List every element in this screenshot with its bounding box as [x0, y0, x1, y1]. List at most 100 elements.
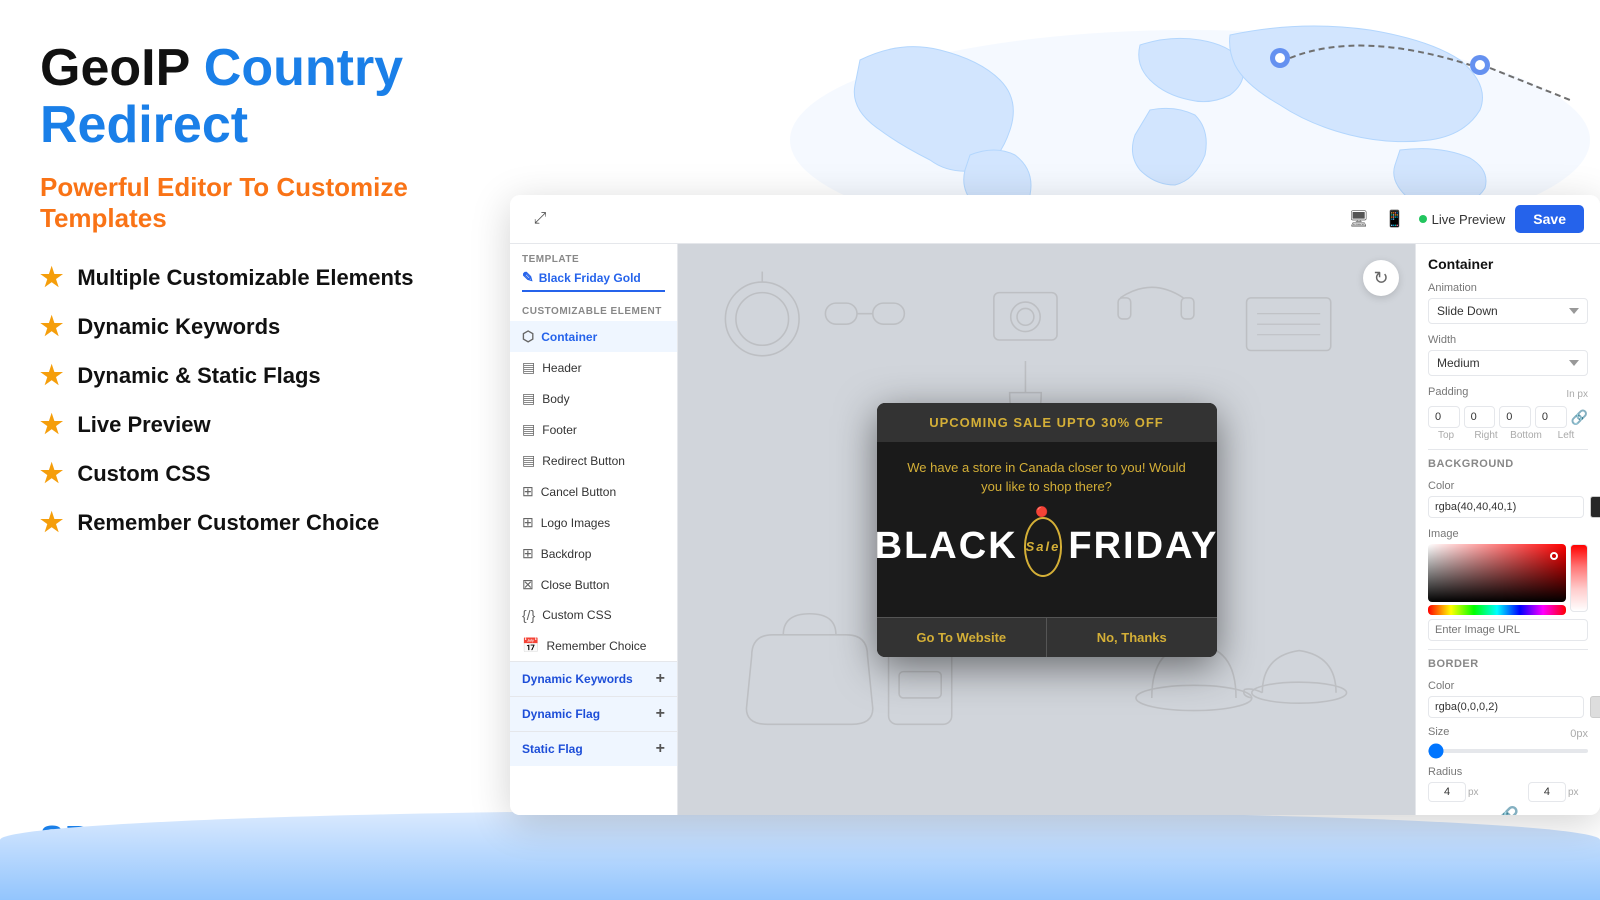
footer-icon: ▤ [522, 421, 535, 438]
editor-body: TEMPLATE ✎ Black Friday Gold CUSTOMIZABL… [510, 244, 1600, 815]
width-select[interactable]: Medium [1428, 350, 1588, 376]
bg-color-swatch[interactable] [1590, 496, 1600, 518]
no-thanks-button[interactable]: No, Thanks [1047, 617, 1217, 657]
bg-color-label: Color [1428, 480, 1588, 492]
save-button[interactable]: Save [1515, 205, 1584, 233]
backdrop-icon: ⊞ [522, 545, 534, 562]
canvas-refresh-button[interactable]: ↻ [1363, 260, 1399, 296]
star-icon-5: ★ [40, 458, 63, 489]
customizable-label: CUSTOMIZABLE ELEMENT [510, 298, 677, 321]
divider-2 [1428, 649, 1588, 650]
flag-plus-icon: + [656, 705, 665, 723]
sale-text: Sale [1026, 539, 1061, 554]
hue-slider[interactable] [1428, 605, 1566, 615]
keywords-plus-icon: + [656, 670, 665, 688]
cancel-icon: ⊞ [522, 483, 534, 500]
sidebar-item-header[interactable]: ▤ Header [510, 352, 677, 383]
static-plus-icon: + [656, 740, 665, 758]
sidebar-static-expand[interactable]: Static Flag + [510, 731, 677, 766]
sidebar-item-body[interactable]: ▤ Body [510, 383, 677, 414]
animation-select[interactable]: Slide Down [1428, 298, 1588, 324]
sidebar-flag-expand[interactable]: Dynamic Flag + [510, 696, 677, 731]
template-name: ✎ Black Friday Gold [522, 269, 665, 292]
opacity-slider[interactable] [1570, 544, 1588, 612]
border-size-slider[interactable] [1428, 749, 1588, 753]
padding-right-input[interactable] [1464, 406, 1496, 428]
radius-tr-input[interactable] [1528, 782, 1566, 802]
popup-bf-text: BLACK 🔴 Sale FRIDAY [897, 517, 1197, 577]
live-dot [1419, 215, 1427, 223]
width-label: Width [1428, 334, 1588, 346]
black-text: BLACK [877, 525, 1018, 568]
editor-window: ⤢ 🖥 📱 Live Preview Save TEMPLATE ✎ [510, 195, 1600, 815]
star-icon-6: ★ [40, 507, 63, 538]
pad-left-label: Left [1548, 430, 1584, 441]
padding-bottom-input[interactable] [1499, 406, 1531, 428]
static-label: Static Flag [522, 742, 583, 756]
sidebar-item-container[interactable]: ⬡ Container [510, 321, 677, 352]
feature-item-5: ★ Custom CSS [40, 458, 520, 489]
bg-color-input[interactable] [1428, 496, 1584, 518]
image-label: Image [1428, 528, 1588, 540]
desktop-icon[interactable]: 🖥 [1345, 205, 1373, 233]
sidebar-item-backdrop[interactable]: ⊞ Backdrop [510, 538, 677, 569]
flag-label: Dynamic Flag [522, 707, 600, 721]
radius-link-icon[interactable]: 🔗 [1497, 806, 1519, 815]
padding-top-input[interactable] [1428, 406, 1460, 428]
color-gradient-area[interactable] [1428, 544, 1566, 615]
mobile-icon[interactable]: 📱 [1381, 205, 1409, 233]
title-black: GeoIP [40, 39, 189, 97]
remember-icon: 📅 [522, 637, 539, 654]
sidebar-item-redirect[interactable]: ▤ Redirect Button [510, 445, 677, 476]
body-icon: ▤ [522, 390, 535, 407]
star-icon-3: ★ [40, 360, 63, 391]
friday-text: FRIDAY [1068, 525, 1216, 568]
padding-unit: In px [1566, 389, 1588, 400]
border-color-swatch[interactable] [1590, 696, 1600, 718]
template-name-text: Black Friday Gold [539, 271, 641, 285]
radius-tl-unit: px [1468, 787, 1479, 798]
sidebar-item-css[interactable]: {/} Custom CSS [510, 600, 677, 630]
feature-label-2: Dynamic Keywords [77, 314, 280, 340]
sidebar-item-header-label: Header [542, 361, 581, 375]
editor-sidebar: TEMPLATE ✎ Black Friday Gold CUSTOMIZABL… [510, 244, 678, 815]
sidebar-item-close[interactable]: ⊠ Close Button [510, 569, 677, 600]
image-url-input[interactable] [1428, 619, 1588, 641]
popup-modal: UPCOMING SALE UPTO 30% OFF We have a sto… [877, 403, 1217, 657]
close-icon: ⊠ [522, 576, 534, 593]
go-to-website-button[interactable]: Go To Website [877, 617, 1048, 657]
padding-link-icon[interactable]: 🔗 [1571, 409, 1588, 426]
size-label: Size [1428, 726, 1449, 738]
feature-item-4: ★ Live Preview [40, 409, 520, 440]
prop-section-title: Container [1428, 256, 1588, 272]
feature-item-1: ★ Multiple Customizable Elements [40, 262, 520, 293]
feature-item-6: ★ Remember Customer Choice [40, 507, 520, 538]
feature-label-1: Multiple Customizable Elements [77, 265, 413, 291]
editor-canvas: UPCOMING SALE UPTO 30% OFF We have a sto… [678, 244, 1415, 815]
sidebar-item-logo-label: Logo Images [541, 516, 610, 530]
live-preview-button[interactable]: Live Preview [1419, 212, 1506, 227]
feature-label-5: Custom CSS [77, 461, 210, 487]
padding-left-input[interactable] [1535, 406, 1567, 428]
editor-topbar: ⤢ 🖥 📱 Live Preview Save [510, 195, 1600, 244]
sidebar-item-redirect-label: Redirect Button [542, 454, 625, 468]
sidebar-item-cancel[interactable]: ⊞ Cancel Button [510, 476, 677, 507]
sidebar-item-footer-label: Footer [542, 423, 577, 437]
editor-panel: ⤢ 🖥 📱 Live Preview Save TEMPLATE ✎ [510, 195, 1600, 900]
sidebar-item-remember[interactable]: 📅 Remember Choice [510, 630, 677, 661]
subtitle: Powerful Editor To Customize Templates [40, 172, 520, 234]
popup-header: UPCOMING SALE UPTO 30% OFF [877, 403, 1217, 442]
sidebar-keywords-expand[interactable]: Dynamic Keywords + [510, 661, 677, 696]
sidebar-item-footer[interactable]: ▤ Footer [510, 414, 677, 445]
popup-buttons: Go To Website No, Thanks [877, 617, 1217, 657]
pad-bottom-label: Bottom [1508, 430, 1544, 441]
color-picker-handle[interactable] [1550, 552, 1558, 560]
sidebar-item-cancel-label: Cancel Button [541, 485, 616, 499]
feature-label-6: Remember Customer Choice [77, 510, 379, 536]
sidebar-template: TEMPLATE ✎ Black Friday Gold [510, 244, 677, 298]
radius-tl-input[interactable] [1428, 782, 1466, 802]
border-color-input[interactable] [1428, 696, 1584, 718]
sidebar-item-logo[interactable]: ⊞ Logo Images [510, 507, 677, 538]
radius-label: Radius [1428, 766, 1588, 778]
expand-icon[interactable]: ⤢ [526, 205, 554, 233]
